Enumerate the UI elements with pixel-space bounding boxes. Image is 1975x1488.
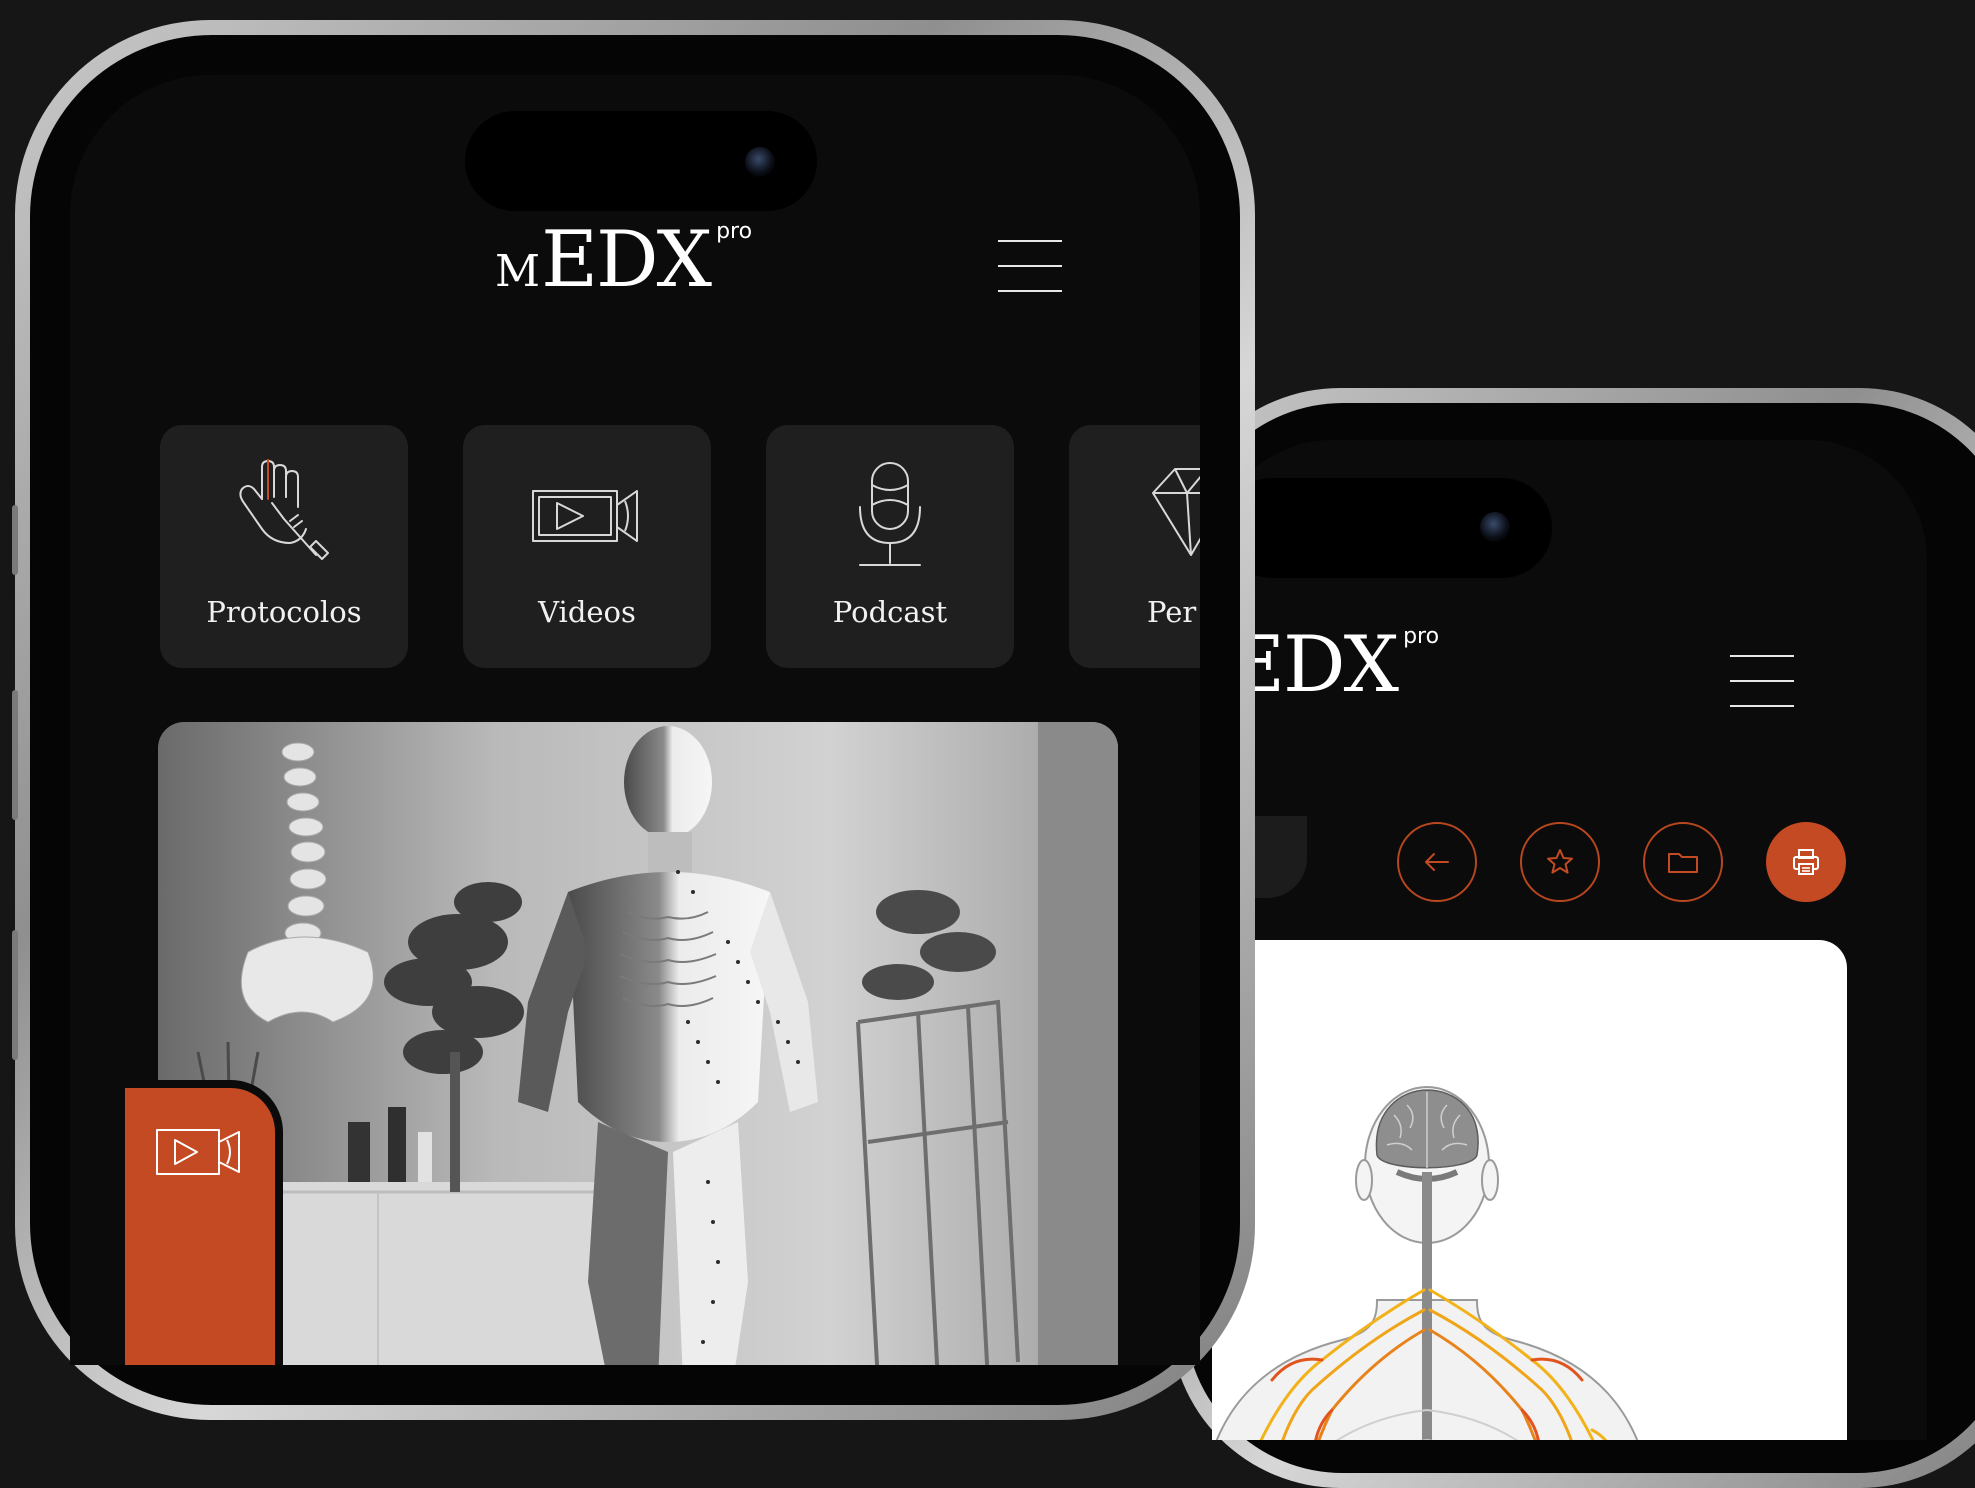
category-tile-partial[interactable]: Per <box>1069 425 1200 668</box>
front-dynamic-island <box>465 111 817 211</box>
category-label: Protocolos <box>206 595 362 629</box>
category-tile-podcast[interactable]: Podcast <box>766 425 1014 668</box>
folder-icon <box>1668 853 1698 873</box>
back-button[interactable] <box>1397 822 1477 902</box>
category-label: Per <box>1147 595 1197 629</box>
side-button <box>12 690 18 820</box>
front-menu-button[interactable] <box>998 240 1062 292</box>
printer-icon <box>1793 849 1819 875</box>
back-dynamic-island <box>1222 478 1552 578</box>
star-icon <box>1547 849 1573 874</box>
arrow-left-icon <box>1425 853 1449 871</box>
category-label: Podcast <box>832 595 948 629</box>
menu-line <box>1730 705 1794 707</box>
print-button[interactable] <box>1766 822 1846 902</box>
video-camera-icon <box>156 1129 240 1175</box>
menu-line <box>998 240 1062 242</box>
video-play-badge[interactable] <box>125 1080 283 1365</box>
menu-line <box>1730 655 1794 657</box>
side-button <box>12 930 18 1060</box>
back-menu-button[interactable] <box>1730 655 1794 707</box>
logo-pro: pro <box>716 219 753 244</box>
anatomy-card[interactable] <box>1212 940 1847 1440</box>
back-phone-screen: MEDXpro <box>1212 440 1927 1440</box>
side-button <box>12 505 18 575</box>
category-tile-protocolos[interactable]: Protocolos <box>160 425 408 668</box>
microphone-icon <box>859 462 921 566</box>
favorite-button[interactable] <box>1520 822 1600 902</box>
front-phone-screen: MEDX pro Protocolos Videos Podcast Per <box>70 75 1200 1365</box>
anatomy-model-photo <box>158 722 1118 1365</box>
gem-icon <box>1152 468 1200 556</box>
logo-m: M <box>495 246 542 297</box>
folder-button[interactable] <box>1643 822 1723 902</box>
back-camera <box>1480 512 1510 542</box>
front-camera <box>745 147 775 177</box>
category-tile-videos[interactable]: Videos <box>463 425 711 668</box>
logo-pro: pro <box>1403 624 1440 649</box>
menu-line <box>998 265 1062 267</box>
hero-video-thumbnail[interactable] <box>158 722 1118 1365</box>
logo-main: EDX <box>541 215 712 305</box>
menu-line <box>998 290 1062 292</box>
menu-line <box>1730 680 1794 682</box>
hand-instrument-icon <box>239 459 329 560</box>
nervous-system-illustration <box>1215 1086 1639 1440</box>
video-camera-icon <box>532 490 638 542</box>
category-label: Videos <box>538 595 636 629</box>
front-app-logo[interactable]: MEDX pro <box>495 215 752 305</box>
